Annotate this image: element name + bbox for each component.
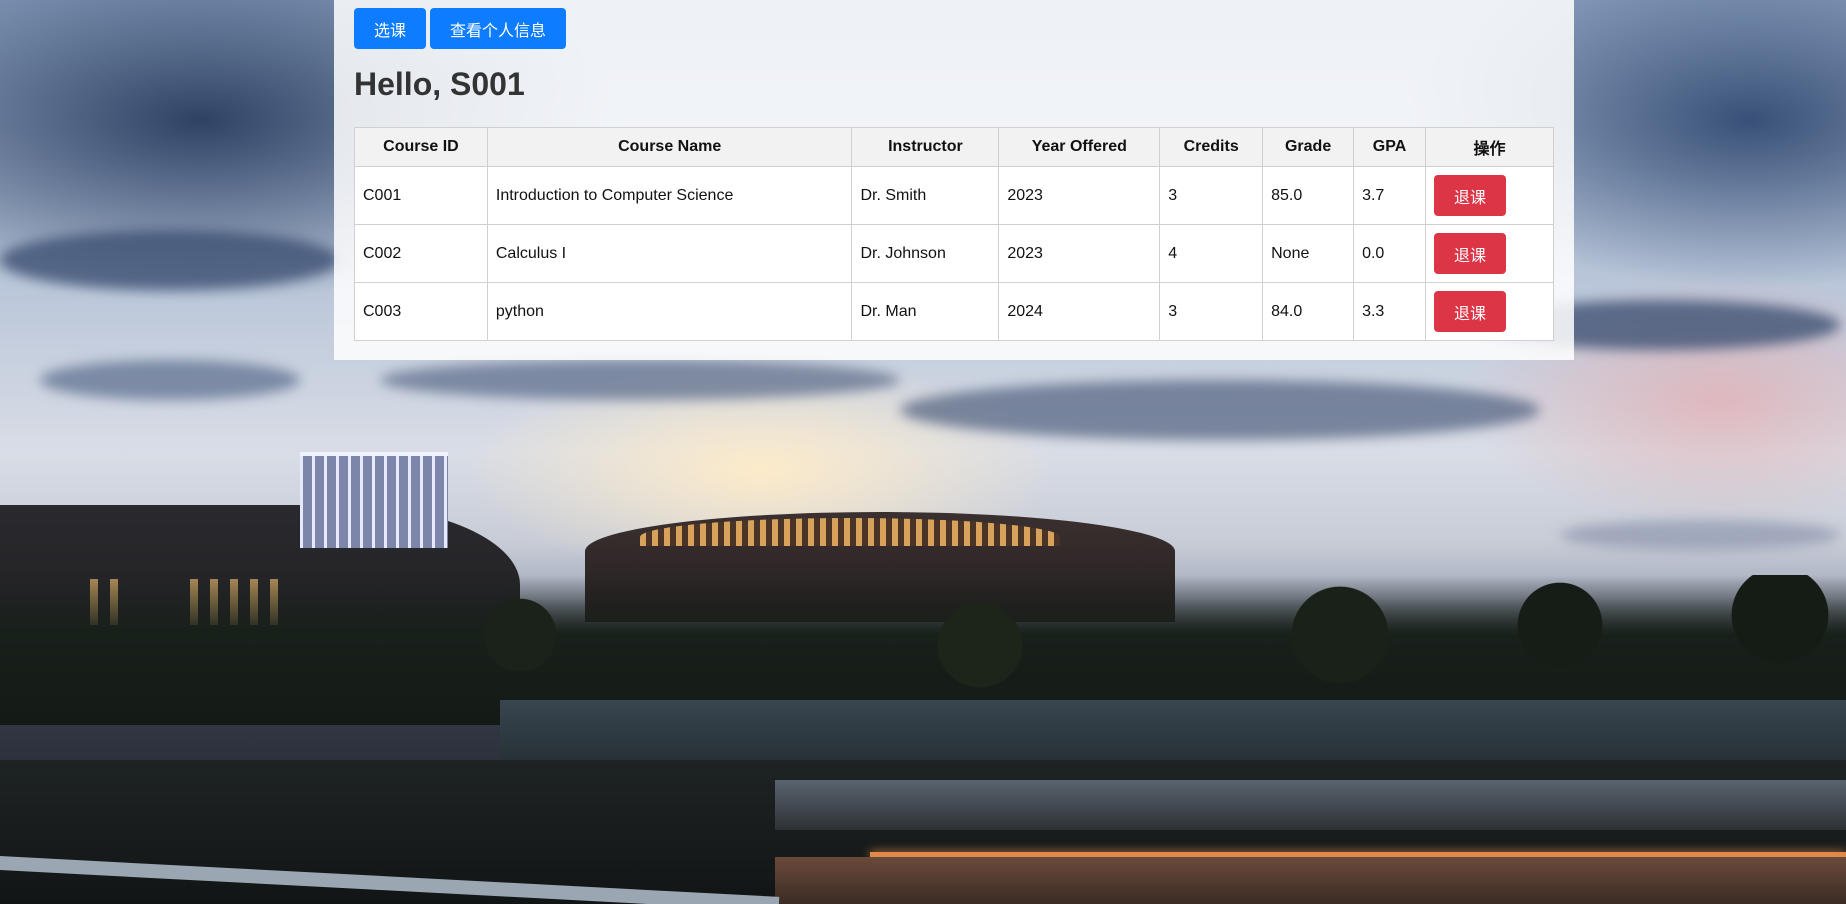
view-profile-button[interactable]: 查看个人信息 (430, 8, 567, 49)
main-panel: 选课 查看个人信息 Hello, S001 Course ID Course N… (334, 0, 1574, 360)
header-year-offered: Year Offered (998, 127, 1161, 167)
cell-course-id: C003 (354, 282, 488, 341)
cell-actions: 退课 (1425, 166, 1554, 225)
header-course-name: Course Name (486, 127, 853, 167)
drop-course-button[interactable]: 退课 (1434, 175, 1506, 216)
cell-course-name: Introduction to Computer Science (486, 166, 853, 225)
header-gpa: GPA (1353, 127, 1426, 167)
table-header-row: Course ID Course Name Instructor Year Of… (354, 127, 1554, 167)
header-grade: Grade (1262, 127, 1355, 167)
table-row: C002 Calculus I Dr. Johnson 2023 4 None … (354, 224, 1554, 283)
cell-instructor: Dr. Smith (851, 166, 1000, 225)
drop-course-button[interactable]: 退课 (1434, 291, 1506, 332)
cell-course-id: C001 (354, 166, 488, 225)
cell-credits: 3 (1159, 166, 1264, 225)
cell-credits: 4 (1159, 224, 1264, 283)
cell-instructor: Dr. Man (851, 282, 1000, 341)
header-instructor: Instructor (851, 127, 1000, 167)
header-course-id: Course ID (354, 127, 488, 167)
cell-year-offered: 2023 (998, 224, 1161, 283)
table-row: C003 python Dr. Man 2024 3 84.0 3.3 退课 (354, 282, 1554, 341)
cell-year-offered: 2024 (998, 282, 1161, 341)
cell-course-name: python (486, 282, 853, 341)
header-actions: 操作 (1425, 127, 1554, 167)
cell-actions: 退课 (1425, 224, 1554, 283)
cell-gpa: 0.0 (1353, 224, 1426, 283)
cell-credits: 3 (1159, 282, 1264, 341)
cell-grade: 85.0 (1262, 166, 1355, 225)
cell-grade: 84.0 (1262, 282, 1355, 341)
cell-course-id: C002 (354, 224, 488, 283)
cell-instructor: Dr. Johnson (851, 224, 1000, 283)
cell-year-offered: 2023 (998, 166, 1161, 225)
select-course-button[interactable]: 选课 (354, 8, 427, 49)
cell-course-name: Calculus I (486, 224, 853, 283)
top-nav: 选课 查看个人信息 (354, 8, 567, 49)
cell-actions: 退课 (1425, 282, 1554, 341)
courses-table: Course ID Course Name Instructor Year Of… (354, 127, 1554, 341)
cell-gpa: 3.3 (1353, 282, 1426, 341)
drop-course-button[interactable]: 退课 (1434, 233, 1506, 274)
cell-gpa: 3.7 (1353, 166, 1426, 225)
page-title: Hello, S001 (354, 66, 525, 102)
table-row: C001 Introduction to Computer Science Dr… (354, 166, 1554, 225)
header-credits: Credits (1159, 127, 1264, 167)
cell-grade: None (1262, 224, 1355, 283)
